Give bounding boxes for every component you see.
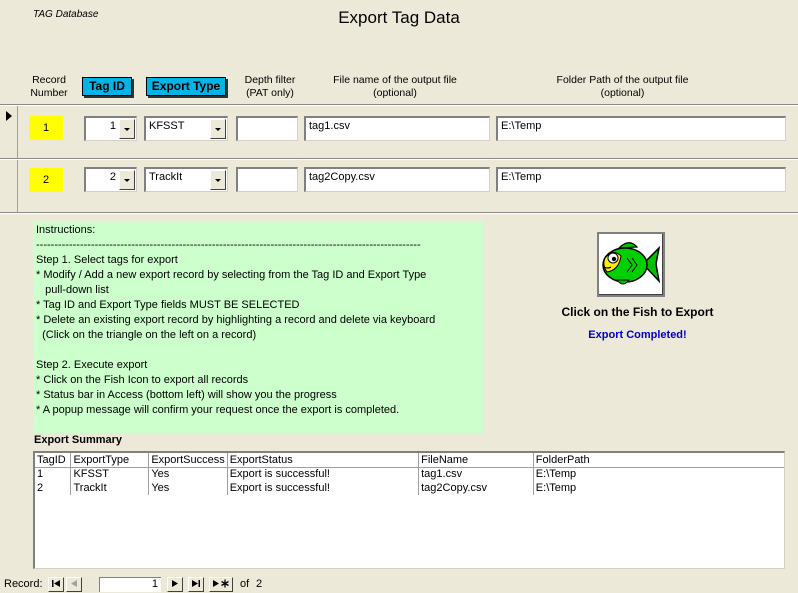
cell-exportstatus: Export is successful!: [227, 467, 420, 481]
new-record-button[interactable]: [209, 577, 233, 592]
file-name-field[interactable]: tag2Copy.csv: [304, 167, 490, 192]
folder-path-field[interactable]: E:\Temp: [496, 116, 786, 141]
divider: [0, 213, 798, 214]
column-header-exportstatus[interactable]: ExportStatus: [227, 453, 420, 468]
nav-total: 2: [256, 578, 263, 590]
page-title: Export Tag Data: [338, 8, 460, 27]
column-header-tagid[interactable]: TagID: [35, 453, 72, 468]
cell-tagid: 2: [35, 481, 72, 495]
column-header-filename[interactable]: FileName: [418, 453, 534, 468]
record-navigator: Record: 1 of 2: [0, 576, 798, 593]
record-number: 2: [29, 168, 63, 192]
header-record-number: Record Number: [30, 74, 68, 99]
tag-id-header-button[interactable]: Tag ID: [82, 77, 132, 96]
depth-filter-field[interactable]: [236, 116, 298, 141]
cell-exportsuccess: Yes: [148, 481, 228, 495]
column-header-exporttype[interactable]: ExportType: [70, 453, 150, 468]
cell-exporttype: TrackIt: [70, 481, 150, 495]
folder-path-field[interactable]: E:\Temp: [496, 167, 786, 192]
fish-icon: [602, 242, 661, 285]
header-depth-filter: Depth filter (PAT only): [244, 74, 296, 99]
new-record-icon: [213, 579, 229, 588]
chevron-down-icon[interactable]: [119, 170, 135, 190]
tag-id-combo[interactable]: 1: [84, 116, 137, 141]
summary-table: TagID ExportType ExportSuccess ExportSta…: [35, 453, 784, 495]
chevron-down-icon[interactable]: [119, 119, 135, 139]
export-type-header-button[interactable]: Export Type: [146, 77, 226, 96]
column-header-exportsuccess[interactable]: ExportSuccess: [148, 453, 228, 468]
export-type-value: TrackIt: [149, 171, 183, 183]
tag-id-value: 2: [109, 171, 116, 183]
nav-label: Record:: [4, 578, 43, 590]
summary-title: Export Summary: [34, 434, 123, 446]
summary-list[interactable]: TagID ExportType ExportSuccess ExportSta…: [33, 451, 785, 569]
record-number: 1: [29, 116, 63, 140]
cell-exportstatus: Export is successful!: [227, 481, 420, 495]
first-record-icon: [52, 580, 60, 587]
column-header-folderpath[interactable]: FolderPath: [533, 453, 784, 468]
header-folder-path: Folder Path of the output file (optional…: [556, 74, 689, 99]
record-selector-icon[interactable]: [6, 111, 12, 121]
tag-id-value: 1: [109, 120, 116, 132]
file-name-field[interactable]: tag1.csv: [304, 116, 490, 141]
fish-export-button[interactable]: [597, 232, 665, 297]
fish-caption: Click on the Fish to Export: [561, 305, 714, 319]
status-message: Export Completed!: [588, 329, 687, 341]
last-record-icon: [192, 580, 200, 587]
nav-of-label: of: [240, 578, 250, 590]
export-type-combo[interactable]: TrackIt: [144, 167, 228, 192]
previous-record-icon: [71, 580, 77, 587]
header-file-name: File name of the output file (optional): [333, 74, 457, 99]
chevron-down-icon[interactable]: [210, 170, 226, 190]
table-row[interactable]: 1 KFSST Yes Export is successful! tag1.c…: [35, 467, 784, 481]
export-type-value: KFSST: [149, 120, 185, 132]
instructions-panel: Instructions: --------------------------…: [33, 221, 483, 433]
tag-id-combo[interactable]: 2: [84, 167, 137, 192]
chevron-down-icon[interactable]: [210, 119, 226, 139]
cell-filename: tag1.csv: [418, 467, 534, 481]
record-row: 1 1 KFSST tag1.csv E:\Temp: [18, 106, 798, 158]
record-row: 2 2 TrackIt tag2Copy.csv E:\Temp: [18, 160, 798, 212]
cell-exportsuccess: Yes: [148, 467, 228, 481]
cell-folderpath: E:\Temp: [535, 482, 577, 494]
previous-record-button[interactable]: [66, 577, 82, 592]
next-record-button[interactable]: [167, 577, 183, 592]
record-number-input[interactable]: 1: [99, 577, 161, 592]
next-record-icon: [172, 580, 178, 587]
table-row[interactable]: 2 TrackIt Yes Export is successful! tag2…: [35, 481, 784, 495]
cell-folderpath: E:\Temp: [535, 468, 577, 481]
cell-exporttype: KFSST: [70, 467, 150, 481]
cell-tagid: 1: [35, 467, 72, 481]
first-record-button[interactable]: [48, 577, 64, 592]
cell-filename: tag2Copy.csv: [418, 481, 534, 495]
last-record-button[interactable]: [188, 577, 204, 592]
summary-header-row: TagID ExportType ExportSuccess ExportSta…: [35, 453, 784, 468]
depth-filter-field[interactable]: [236, 167, 298, 192]
export-type-combo[interactable]: KFSST: [144, 116, 228, 141]
